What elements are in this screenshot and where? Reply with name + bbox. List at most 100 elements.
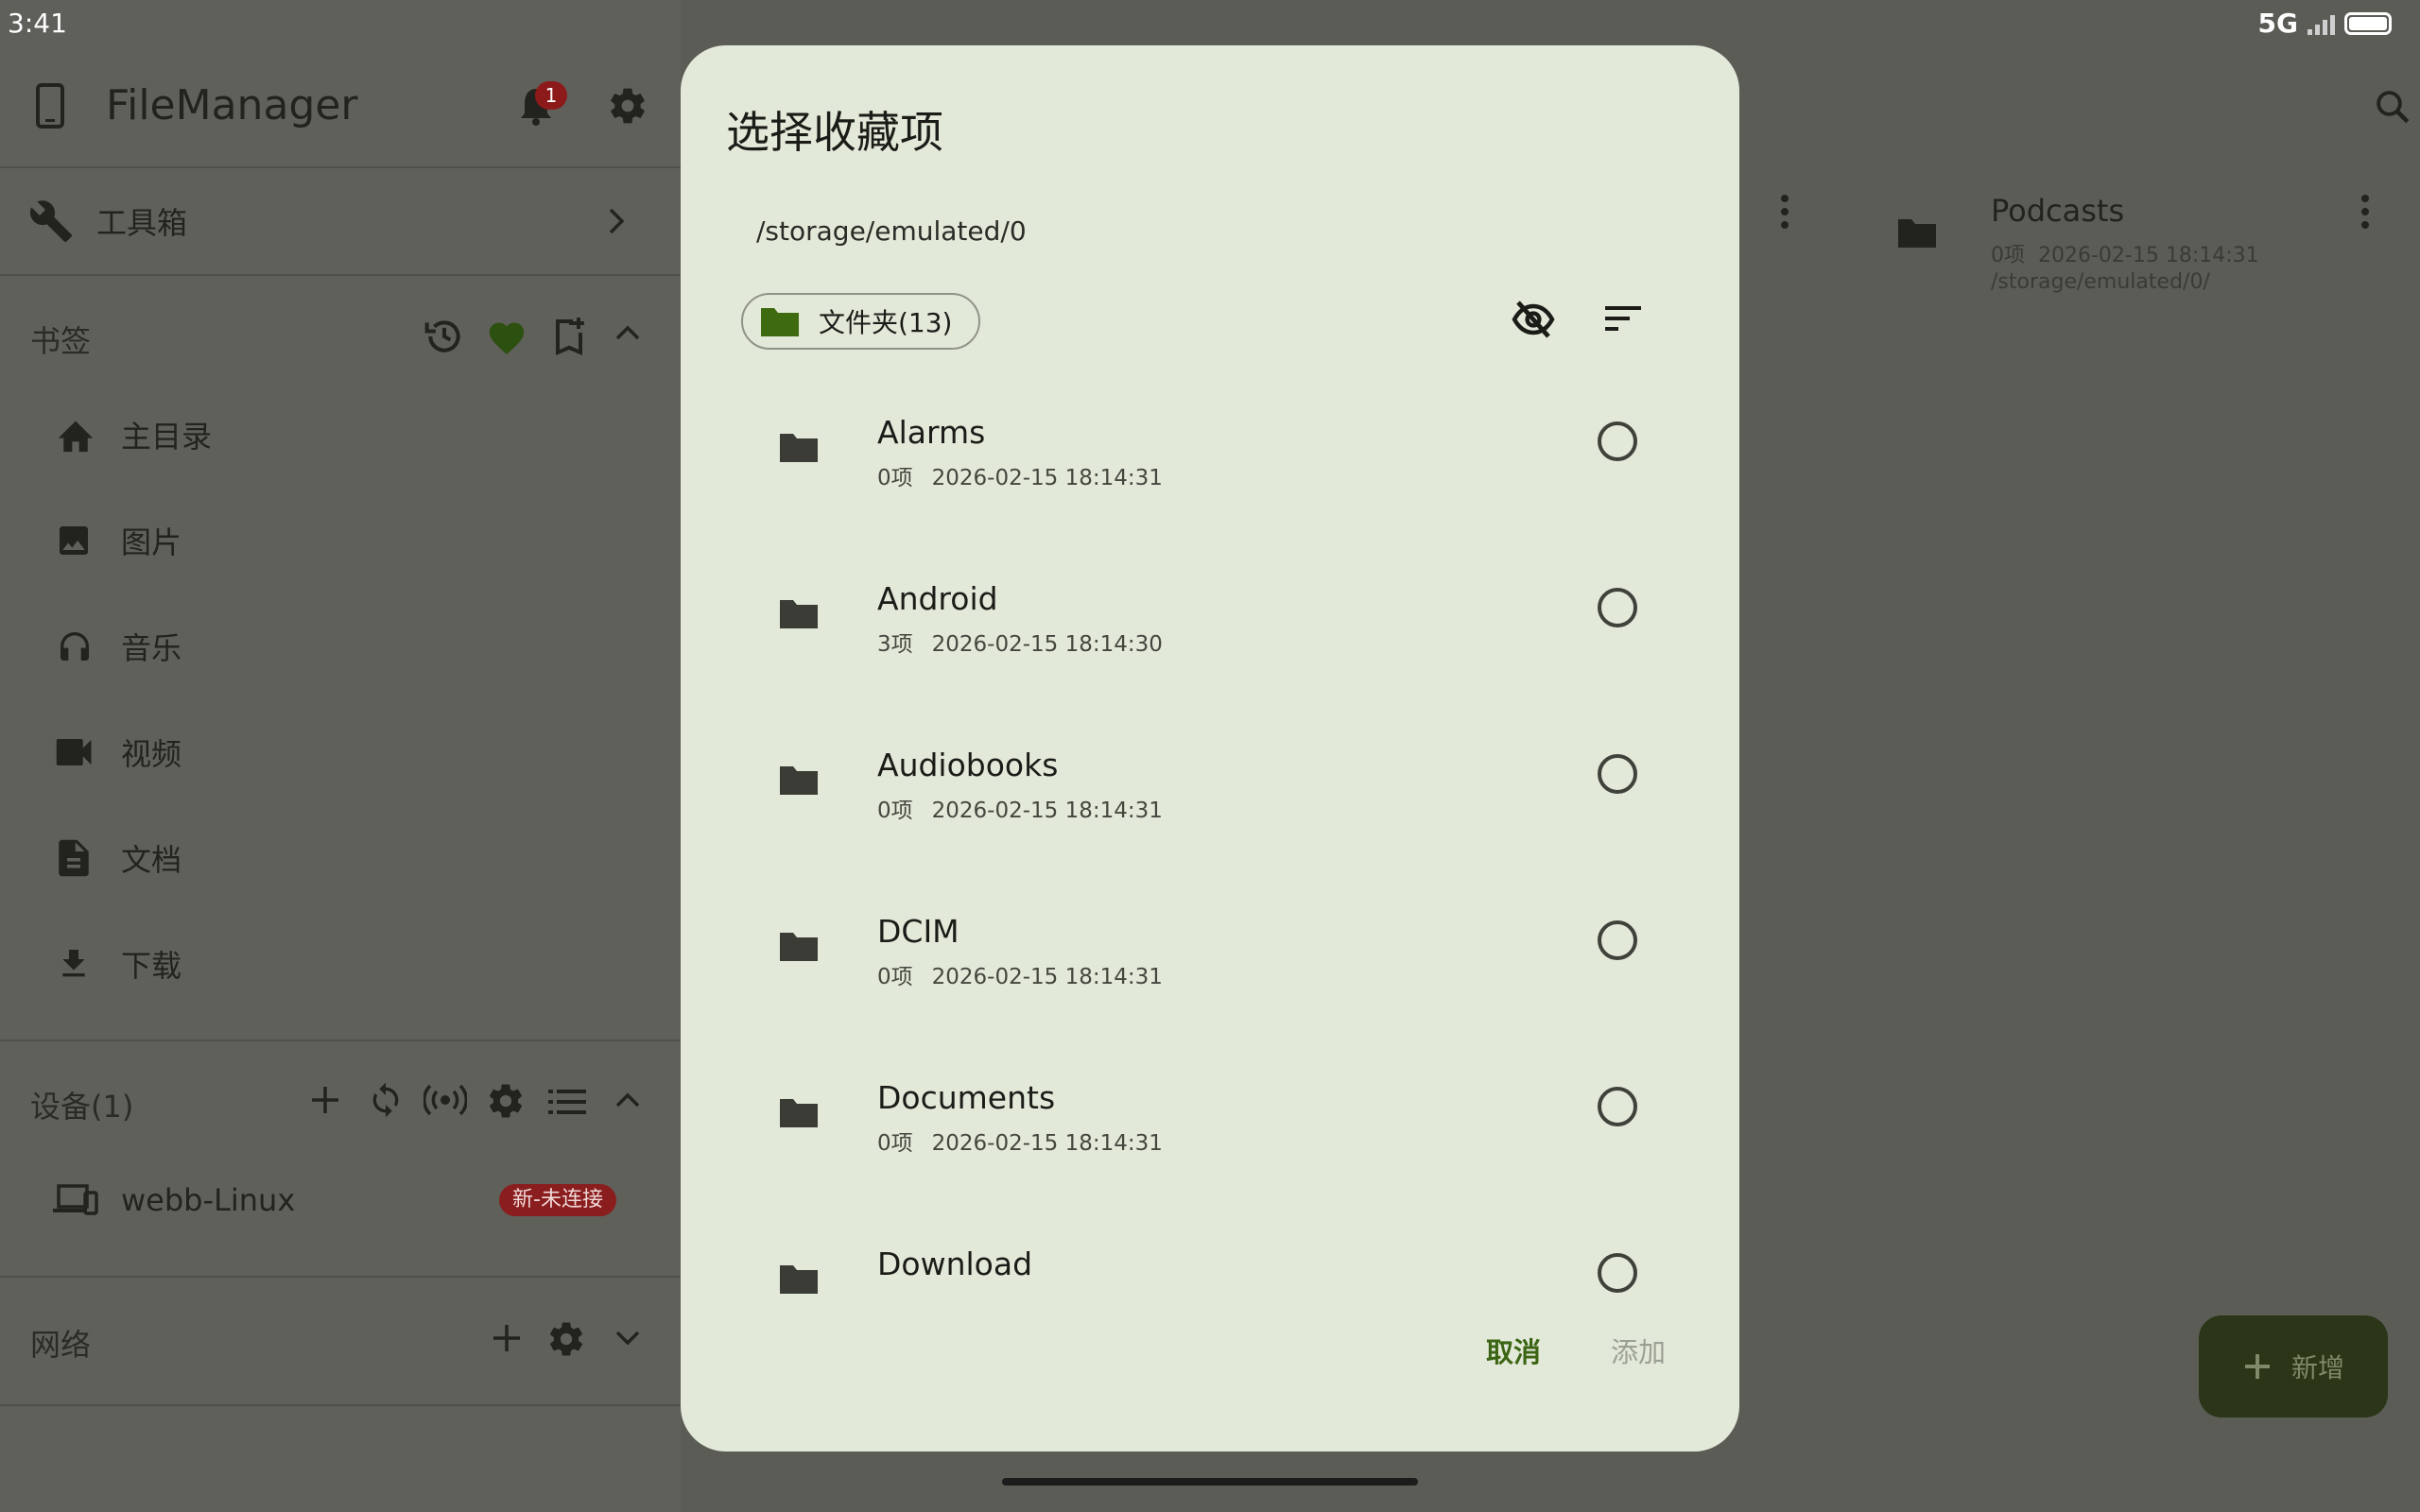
- devices-header: 设备(1): [30, 1089, 134, 1125]
- more-vert-icon[interactable]: [2360, 193, 2371, 231]
- bookmark-item-images[interactable]: 图片: [55, 514, 182, 567]
- folder-icon: [1896, 215, 1938, 249]
- network-header: 网络: [30, 1327, 92, 1363]
- folder-icon: [779, 930, 819, 962]
- more-vert-icon[interactable]: [1779, 193, 1790, 231]
- select-radio[interactable]: [1598, 1253, 1637, 1293]
- settings-gear-icon[interactable]: [546, 1319, 586, 1359]
- item-count: 3项: [877, 632, 913, 657]
- fab-label: 新增: [2290, 1352, 2344, 1383]
- headphones-icon: [55, 627, 95, 665]
- bookmark-label: 下载: [121, 948, 182, 984]
- item-meta: 0项 2026-02-15 18:14:31: [877, 1125, 1163, 1157]
- status-indicators: 5G: [2258, 8, 2392, 39]
- folder-icon: [779, 1096, 819, 1128]
- chevron-up-icon[interactable]: [614, 1091, 641, 1109]
- sync-icon[interactable]: [367, 1081, 405, 1119]
- folder-icon: [779, 764, 819, 796]
- folder-filter-chip[interactable]: 文件夹(13): [741, 293, 981, 350]
- list-item[interactable]: Documents 0项 2026-02-15 18:14:31: [681, 1043, 1739, 1210]
- broadcast-icon[interactable]: [424, 1083, 467, 1117]
- current-path: /storage/emulated/0: [756, 215, 1027, 247]
- history-icon[interactable]: [424, 316, 465, 357]
- chip-label: 文件夹(13): [819, 307, 953, 338]
- divider: [0, 1404, 681, 1406]
- visibility-off-icon[interactable]: [1511, 299, 1556, 340]
- item-count: 0项: [877, 1131, 913, 1156]
- bookmark-item-downloads[interactable]: 下载: [55, 937, 182, 990]
- divider: [0, 274, 681, 276]
- item-date: 2026-02-15 18:14:30: [931, 632, 1163, 657]
- list-item[interactable]: Alarms 0项 2026-02-15 18:14:31: [681, 378, 1739, 544]
- add-button[interactable]: 添加: [1611, 1331, 1666, 1370]
- add-icon[interactable]: [308, 1083, 342, 1117]
- bookmarks-header: 书签: [30, 323, 92, 359]
- bg-item-path: /storage/emulated/0/: [1991, 270, 2210, 294]
- list-item[interactable]: DCIM 0项 2026-02-15 18:14:31: [681, 877, 1739, 1043]
- item-name: Alarms: [877, 414, 986, 451]
- folder-list[interactable]: Alarms 0项 2026-02-15 18:14:31 Android 3项 2…: [681, 378, 1739, 1317]
- settings-gear-icon[interactable]: [486, 1081, 526, 1121]
- select-favorites-dialog: 选择收藏项 /storage/emulated/0 文件夹(13) Alarms…: [681, 45, 1739, 1452]
- divider: [0, 1276, 681, 1278]
- heart-icon[interactable]: [486, 318, 527, 355]
- item-name: Audiobooks: [877, 747, 1059, 783]
- folder-icon: [779, 597, 819, 629]
- item-date: 2026-02-15 18:14:31: [931, 799, 1163, 823]
- bookmark-item-video[interactable]: 视频: [55, 726, 182, 779]
- select-radio[interactable]: [1598, 421, 1637, 461]
- bg-item-name[interactable]: Podcasts: [1991, 193, 2124, 229]
- select-radio[interactable]: [1598, 1087, 1637, 1126]
- bg-item-date: 2026-02-15 18:14:31: [2038, 244, 2259, 267]
- device-item[interactable]: webb-Linux: [53, 1174, 295, 1227]
- wrench-icon: [28, 198, 74, 244]
- chevron-right-icon: [607, 206, 626, 236]
- item-name: DCIM: [877, 913, 959, 950]
- device-status-badge: 新-未连接: [499, 1184, 616, 1216]
- video-icon: [55, 737, 95, 767]
- sort-icon[interactable]: [1605, 304, 1643, 333]
- bookmark-item-documents[interactable]: 文档: [55, 832, 182, 885]
- battery-icon: [2344, 11, 2392, 35]
- select-radio[interactable]: [1598, 920, 1637, 960]
- bookmark-item-music[interactable]: 音乐: [55, 620, 182, 673]
- navigation-drawer: FileManager 1 工具箱 书签 主目录 图片 音乐 视频 文档 下载 …: [0, 0, 681, 1512]
- network-type: 5G: [2257, 8, 2298, 39]
- document-icon: [55, 838, 93, 878]
- phone-icon: [36, 83, 64, 129]
- download-icon: [55, 945, 93, 983]
- item-name: Android: [877, 580, 998, 617]
- item-count: 0项: [877, 466, 913, 490]
- select-radio[interactable]: [1598, 754, 1637, 794]
- search-icon[interactable]: [2373, 87, 2412, 127]
- cancel-button[interactable]: 取消: [1486, 1331, 1541, 1370]
- app-title: FileManager: [106, 81, 358, 129]
- toolbox-item[interactable]: 工具箱: [28, 195, 633, 248]
- bookmark-add-icon[interactable]: [552, 316, 586, 357]
- list-item[interactable]: Audiobooks 0项 2026-02-15 18:14:31: [681, 711, 1739, 877]
- select-radio[interactable]: [1598, 588, 1637, 627]
- bookmark-item-home[interactable]: 主目录: [55, 408, 212, 461]
- folder-icon: [760, 305, 800, 337]
- status-bar: 3:41 5G: [0, 0, 2420, 45]
- chevron-down-icon[interactable]: [614, 1329, 641, 1348]
- plus-icon: [2242, 1351, 2273, 1382]
- bookmark-label: 文档: [121, 842, 182, 878]
- new-fab-button[interactable]: 新增: [2199, 1315, 2388, 1418]
- chevron-up-icon[interactable]: [614, 323, 641, 342]
- item-date: 2026-02-15 18:14:31: [931, 965, 1163, 989]
- item-name: Download: [877, 1246, 1033, 1282]
- bookmark-label: 主目录: [121, 419, 213, 455]
- list-item[interactable]: Download: [681, 1210, 1739, 1317]
- list-item[interactable]: Android 3项 2026-02-15 18:14:30: [681, 544, 1739, 711]
- item-meta: 3项 2026-02-15 18:14:30: [877, 626, 1163, 658]
- list-icon[interactable]: [548, 1089, 586, 1115]
- settings-gear-icon[interactable]: [607, 85, 648, 127]
- gesture-home-bar[interactable]: [1002, 1478, 1418, 1486]
- bookmark-label: 图片: [121, 524, 182, 560]
- item-meta: [877, 1291, 896, 1315]
- item-count: 0项: [877, 799, 913, 823]
- folder-icon: [779, 431, 819, 463]
- image-icon: [55, 522, 93, 559]
- add-icon[interactable]: [490, 1321, 524, 1355]
